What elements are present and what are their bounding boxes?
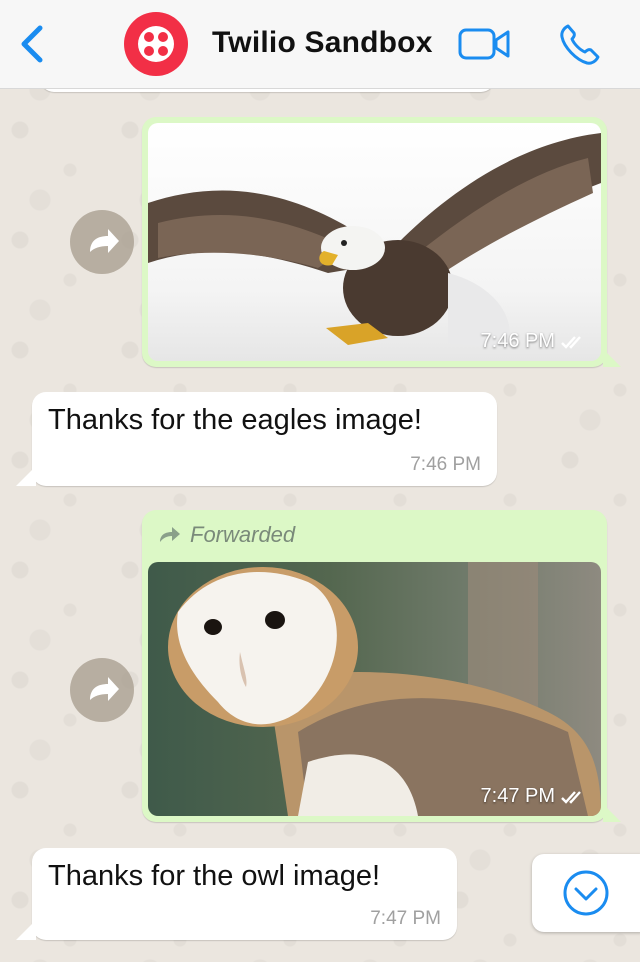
owl-image[interactable]: 7:47 PM <box>148 562 601 816</box>
message-time: 7:46 PM <box>481 330 587 353</box>
message-time: 7:47 PM <box>370 908 441 929</box>
incoming-message-bubble[interactable]: Thanks for the owl image! 7:47 PM <box>16 848 457 940</box>
double-check-icon <box>561 335 581 349</box>
twilio-logo-icon[interactable] <box>124 12 188 76</box>
forward-arrow-icon <box>90 229 119 253</box>
chat-title[interactable]: Twilio Sandbox <box>212 26 433 60</box>
scroll-to-bottom-button[interactable] <box>532 854 640 932</box>
message-text: Thanks for the eagles image! <box>48 404 422 436</box>
message-time: 7:46 PM <box>410 454 481 475</box>
forward-button[interactable] <box>70 210 134 274</box>
incoming-message-bubble[interactable]: Thanks for the eagles image! 7:46 PM <box>16 392 497 486</box>
forwarded-label: Forwarded <box>158 522 295 548</box>
forwarded-arrow-icon <box>160 527 180 542</box>
video-call-icon[interactable] <box>458 26 512 62</box>
image-message-bubble[interactable]: Forwarded 7:47 PM <box>142 510 621 822</box>
double-check-icon <box>561 790 581 804</box>
forward-button[interactable] <box>70 658 134 722</box>
forward-arrow-icon <box>90 677 119 701</box>
image-message-bubble[interactable]: 7:46 PM <box>142 117 621 367</box>
chat-header: Twilio Sandbox <box>0 0 640 89</box>
eagle-image[interactable]: 7:46 PM <box>148 123 601 361</box>
phone-call-icon[interactable] <box>556 20 604 68</box>
chevron-down-circle-icon <box>563 870 609 916</box>
chevron-left-icon[interactable] <box>14 22 50 66</box>
message-text: Thanks for the owl image! <box>48 860 381 892</box>
message-time: 7:47 PM <box>481 785 587 808</box>
